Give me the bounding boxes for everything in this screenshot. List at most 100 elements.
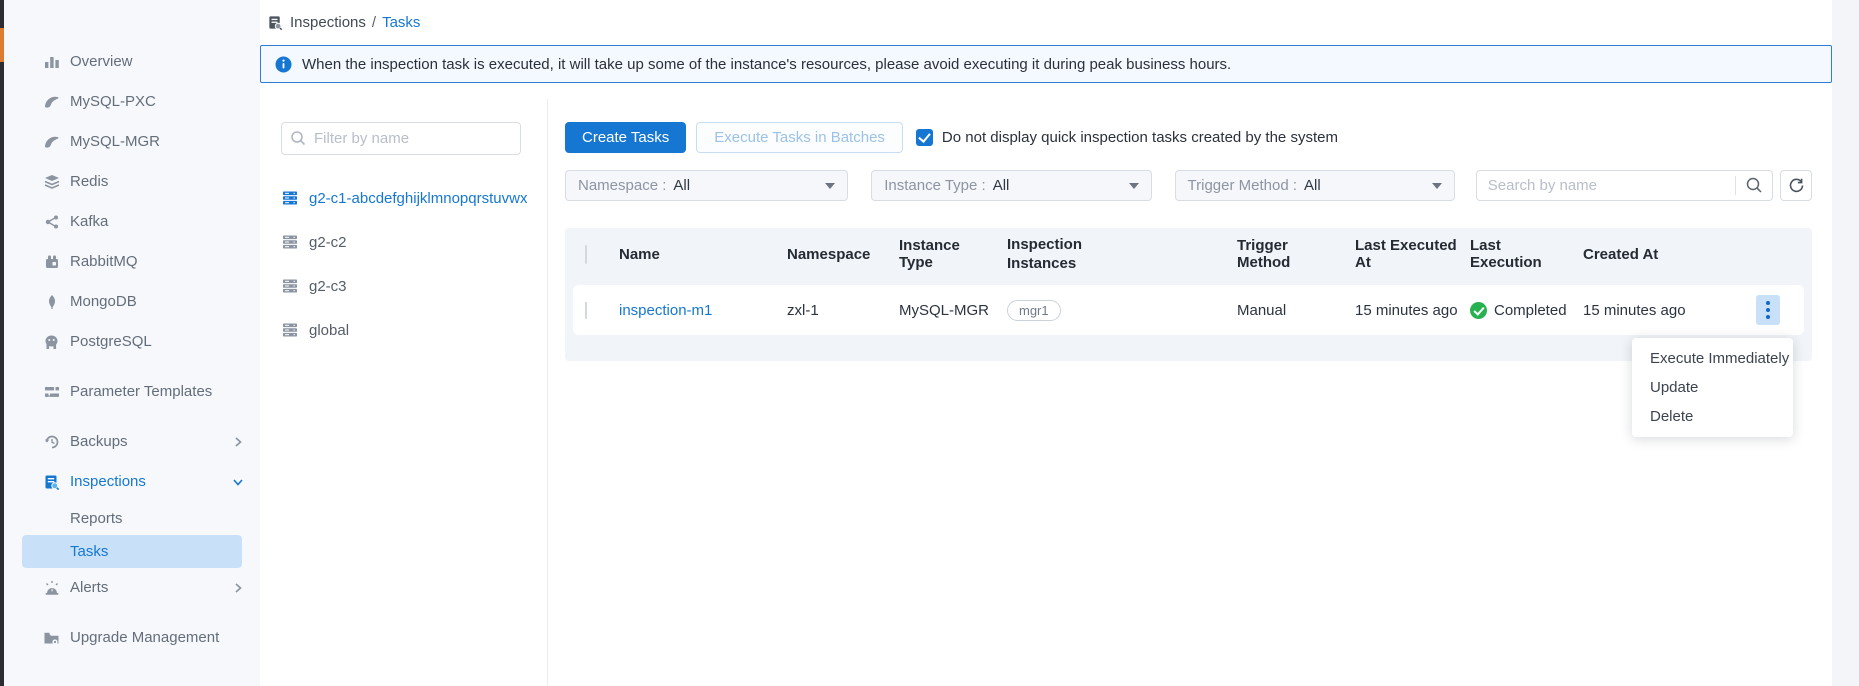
right-gutter — [1832, 0, 1859, 686]
breadcrumb-separator: / — [372, 14, 376, 31]
sidebar-item-kafka[interactable]: Kafka — [4, 202, 260, 242]
cell-instance-type: MySQL-MGR — [899, 302, 1007, 319]
column-header-instance-type: Instance Type — [899, 237, 1007, 271]
refresh-button[interactable] — [1780, 170, 1812, 201]
backup-clock-icon — [43, 434, 60, 451]
row-checkbox[interactable] — [585, 302, 587, 319]
chevron-right-icon — [232, 582, 244, 594]
cell-namespace: zxl-1 — [787, 302, 899, 319]
sidebar-item-alerts[interactable]: Alerts — [4, 568, 260, 608]
trigger-method-dropdown[interactable]: Trigger Method : All — [1175, 170, 1455, 201]
caret-down-icon — [1129, 183, 1139, 189]
server-rack-icon — [281, 233, 299, 251]
sidebar-item-rabbitmq[interactable]: RabbitMQ — [4, 242, 260, 282]
breadcrumb-current[interactable]: Tasks — [382, 14, 420, 31]
sidebar-item-mongodb[interactable]: MongoDB — [4, 282, 260, 322]
checkbox-label: Do not display quick inspection tasks cr… — [942, 129, 1338, 146]
checkbox-checked-icon[interactable] — [916, 129, 933, 146]
column-header-created-at: Created At — [1583, 246, 1756, 263]
instance-pill: mgr1 — [1007, 300, 1061, 321]
sidebar-item-label: RabbitMQ — [70, 252, 244, 272]
table-header: Name Namespace Instance Type Inspection … — [573, 228, 1804, 280]
sidebar-item-mysql-mgr[interactable]: MySQL-MGR — [4, 122, 260, 162]
breadcrumb-parent[interactable]: Inspections — [290, 14, 366, 31]
info-banner-text: When the inspection task is executed, it… — [302, 56, 1231, 73]
search-icon[interactable] — [1745, 176, 1763, 194]
sidebar-subitem-tasks[interactable]: Tasks — [22, 535, 242, 568]
row-actions-menu: Execute Immediately Update Delete — [1632, 338, 1793, 437]
inspection-doc-icon — [267, 15, 283, 31]
create-tasks-button[interactable]: Create Tasks — [565, 122, 686, 153]
caret-down-icon — [1432, 183, 1442, 189]
cluster-item-label: g2-c2 — [309, 234, 347, 251]
tasks-table: Name Namespace Instance Type Inspection … — [565, 228, 1812, 361]
elephant-icon — [43, 334, 60, 351]
menu-item-delete[interactable]: Delete — [1632, 402, 1793, 431]
rabbit-icon — [43, 254, 60, 271]
status-text: Completed — [1494, 302, 1567, 319]
sidebar-item-postgresql[interactable]: PostgreSQL — [4, 322, 260, 362]
cluster-item-g2-c1[interactable]: g2-c1-abcdefghijklmnopqrstuvwx... — [281, 176, 527, 220]
row-actions-button[interactable] — [1756, 295, 1780, 325]
dolphin-icon — [43, 134, 60, 151]
sidebar-item-parameter-templates[interactable]: Parameter Templates — [4, 362, 260, 422]
cell-last-executed-at: 15 minutes ago — [1355, 302, 1470, 319]
success-check-icon — [1470, 302, 1487, 319]
cell-last-execution: Completed — [1470, 302, 1583, 319]
content-row: g2-c1-abcdefghijklmnopqrstuvwx... g2-c2 … — [260, 99, 1832, 686]
caret-down-icon — [825, 183, 835, 189]
dropdown-label: Trigger Method : — [1188, 177, 1298, 194]
cell-created-at: 15 minutes ago — [1583, 302, 1756, 319]
sidebar: Overview MySQL-PXC MySQL-MGR Redis Kafka — [4, 0, 260, 686]
sidebar-item-backups[interactable]: Backups — [4, 422, 260, 462]
sidebar-item-overview[interactable]: Overview — [4, 42, 260, 82]
task-name-link[interactable]: inspection-m1 — [619, 302, 712, 319]
server-rack-icon — [281, 321, 299, 339]
sidebar-item-label: Inspections — [70, 472, 232, 492]
filters-row: Namespace : All Instance Type : All Trig… — [565, 170, 1812, 201]
table-row: inspection-m1 zxl-1 MySQL-MGR mgr1 Manua… — [573, 285, 1804, 335]
select-all-checkbox[interactable] — [585, 245, 587, 264]
sidebar-subitem-label: Tasks — [70, 543, 108, 560]
cluster-item-g2-c2[interactable]: g2-c2 — [281, 220, 527, 264]
column-header-last-execution: Last Execution — [1470, 237, 1583, 271]
breadcrumb: Inspections / Tasks — [260, 0, 1832, 45]
cluster-item-g2-c3[interactable]: g2-c3 — [281, 264, 527, 308]
sidebar-item-label: Kafka — [70, 212, 244, 232]
hide-system-tasks-checkbox[interactable]: Do not display quick inspection tasks cr… — [916, 129, 1338, 146]
main-content: Inspections / Tasks When the inspection … — [260, 0, 1832, 686]
cluster-item-label: g2-c3 — [309, 278, 347, 295]
instance-type-dropdown[interactable]: Instance Type : All — [871, 170, 1151, 201]
node-graph-icon — [43, 214, 60, 231]
namespace-dropdown[interactable]: Namespace : All — [565, 170, 848, 201]
app-window: Overview MySQL-PXC MySQL-MGR Redis Kafka — [0, 0, 1859, 686]
column-header-trigger-method: Trigger Method — [1237, 237, 1355, 271]
search-icon — [290, 130, 306, 146]
info-banner: When the inspection task is executed, it… — [260, 45, 1832, 83]
menu-item-execute-immediately[interactable]: Execute Immediately — [1632, 344, 1793, 373]
alarm-icon — [43, 580, 60, 597]
menu-item-update[interactable]: Update — [1632, 373, 1793, 402]
cluster-item-label: global — [309, 322, 349, 339]
execute-batches-button[interactable]: Execute Tasks in Batches — [696, 122, 903, 153]
search-input[interactable] — [1476, 170, 1774, 201]
dropdown-value: All — [673, 177, 690, 194]
refresh-icon — [1788, 177, 1805, 194]
sidebar-item-upgrade-management[interactable]: Upgrade Management — [4, 608, 260, 668]
dolphin-icon — [43, 94, 60, 111]
column-header-namespace: Namespace — [787, 246, 899, 263]
sidebar-item-mysql-pxc[interactable]: MySQL-PXC — [4, 82, 260, 122]
cluster-item-global[interactable]: global — [281, 308, 527, 352]
chevron-down-icon — [232, 476, 244, 488]
dropdown-value: All — [1304, 177, 1321, 194]
cluster-filter-input[interactable] — [281, 122, 521, 155]
server-rack-icon — [281, 189, 299, 207]
cluster-panel: g2-c1-abcdefghijklmnopqrstuvwx... g2-c2 … — [260, 99, 548, 686]
cell-trigger-method: Manual — [1237, 302, 1355, 319]
column-header-name: Name — [619, 246, 787, 263]
sidebar-item-inspections[interactable]: Inspections — [4, 462, 260, 502]
sidebar-item-redis[interactable]: Redis — [4, 162, 260, 202]
sidebar-subitem-reports[interactable]: Reports — [4, 502, 260, 535]
inspection-doc-icon — [43, 474, 60, 491]
cluster-item-label: g2-c1-abcdefghijklmnopqrstuvwx... — [309, 190, 527, 207]
